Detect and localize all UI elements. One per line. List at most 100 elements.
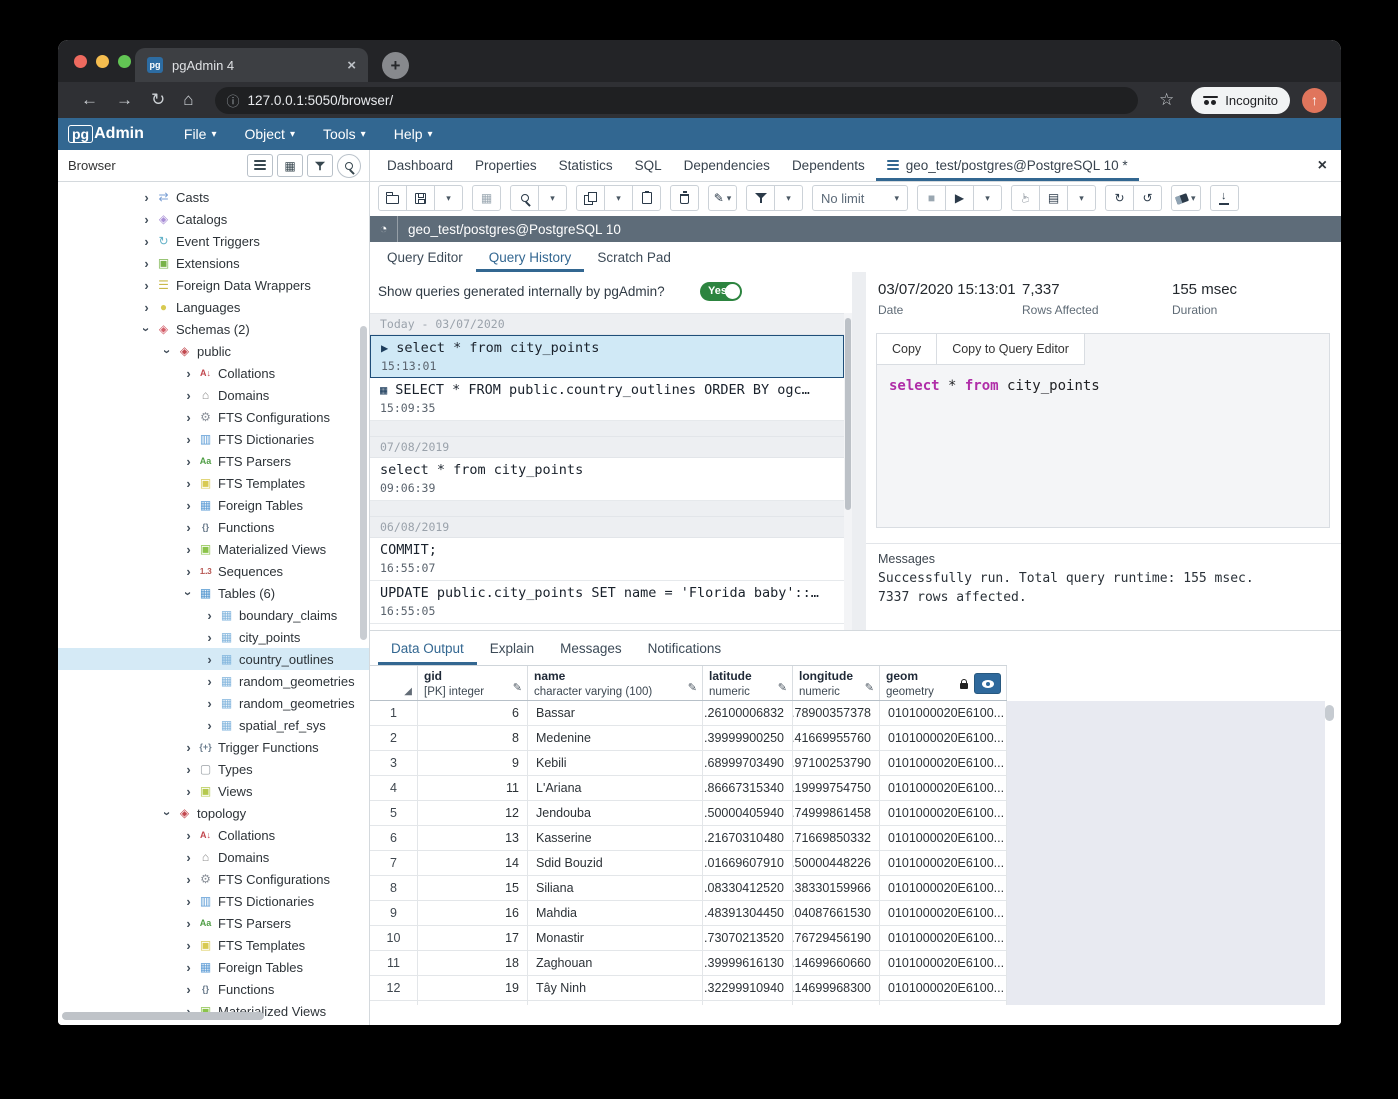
- tree-item-tables-6[interactable]: ›▦Tables (6): [58, 582, 369, 604]
- cell-name[interactable]: Zaghouan: [528, 951, 703, 975]
- cell-gid[interactable]: 13: [418, 826, 528, 850]
- eraser-button[interactable]: ▾: [1171, 185, 1201, 211]
- cell-latitude[interactable]: .26100006832: [703, 701, 793, 725]
- cell-name[interactable]: Kasserine: [528, 826, 703, 850]
- chevron-down-button[interactable]: ▾: [774, 185, 803, 211]
- open-file-button[interactable]: [378, 185, 407, 211]
- chevron-right-icon[interactable]: ›: [182, 982, 195, 997]
- cell-name[interactable]: L'Ariana: [528, 776, 703, 800]
- tab-dependencies[interactable]: Dependencies: [673, 150, 781, 181]
- cell-gid[interactable]: 6: [418, 701, 528, 725]
- chevron-right-icon[interactable]: ›: [182, 828, 195, 843]
- cell-geom[interactable]: 0101000020E6100...: [880, 876, 1007, 900]
- hand-pointer-button[interactable]: ☞: [1011, 185, 1040, 211]
- chevron-down-button[interactable]: ▾: [1067, 185, 1096, 211]
- cell-name[interactable]: Siliana: [528, 876, 703, 900]
- row-number[interactable]: 10: [370, 926, 418, 950]
- cell-latitude[interactable]: .32299910940: [703, 976, 793, 1000]
- close-window-button[interactable]: [74, 55, 87, 68]
- tree-item-casts[interactable]: ›⇄Casts: [58, 186, 369, 208]
- tree-item-types[interactable]: ›▢Types: [58, 758, 369, 780]
- copy-button[interactable]: [576, 185, 605, 211]
- tree-item-domains[interactable]: ›⌂Domains: [58, 846, 369, 868]
- chevron-right-icon[interactable]: ›: [182, 784, 195, 799]
- back-icon[interactable]: ←: [81, 90, 98, 110]
- cell-latitude[interactable]: .39999900250: [703, 726, 793, 750]
- commit-button[interactable]: ↻: [1105, 185, 1134, 211]
- new-tab-button[interactable]: +: [382, 52, 409, 79]
- tree-item-fts-dictionaries[interactable]: ›▥FTS Dictionaries: [58, 428, 369, 450]
- profile-avatar[interactable]: ↑: [1302, 88, 1327, 113]
- chevron-right-icon[interactable]: ›: [182, 542, 195, 557]
- tree-item-foreign-tables[interactable]: ›▦Foreign Tables: [58, 494, 369, 516]
- tab-query-editor[interactable]: Query Editor: [374, 242, 476, 272]
- column-header-name[interactable]: namecharacter varying (100)✎: [528, 666, 703, 700]
- chevron-right-icon[interactable]: ›: [140, 300, 153, 315]
- chevron-right-icon[interactable]: ›: [203, 630, 216, 645]
- select-all-corner[interactable]: ◢: [370, 666, 418, 700]
- cell-latitude[interactable]: .08330412520: [703, 876, 793, 900]
- history-entry[interactable]: ▦SELECT * FROM public.country_outlines O…: [370, 378, 844, 421]
- tree-item-country-outlines[interactable]: ›▦country_outlines: [58, 648, 369, 670]
- close-icon[interactable]: ×: [1318, 157, 1327, 175]
- tree-item-fts-configurations[interactable]: ›⚙FTS Configurations: [58, 406, 369, 428]
- chevron-right-icon[interactable]: ›: [203, 608, 216, 623]
- cell-geom[interactable]: 0101000020E6100...: [880, 851, 1007, 875]
- chevron-down-button[interactable]: ▾: [434, 185, 463, 211]
- cell-geom[interactable]: 0101000020E6100...: [880, 951, 1007, 975]
- cell-longitude[interactable]: 0.78900357378: [793, 701, 880, 725]
- cell-gid[interactable]: 8: [418, 726, 528, 750]
- cell-geom[interactable]: 0101000020E6100...: [880, 776, 1007, 800]
- cell-gid[interactable]: 19: [418, 976, 528, 1000]
- filter-button[interactable]: [746, 185, 775, 211]
- chevron-right-icon[interactable]: ›: [140, 212, 153, 227]
- cell-name[interactable]: Sdid Bouzid: [528, 851, 703, 875]
- cell-latitude[interactable]: .39999616130: [703, 951, 793, 975]
- cell-name[interactable]: Kebili: [528, 751, 703, 775]
- column-header-gid[interactable]: gid[PK] integer✎: [418, 666, 528, 700]
- tree-item-languages[interactable]: ›●Languages: [58, 296, 369, 318]
- tree-item-random-geometries[interactable]: ›▦random_geometries: [58, 670, 369, 692]
- cell-longitude[interactable]: 9.50000448226: [793, 851, 880, 875]
- chevron-right-icon[interactable]: ›: [140, 278, 153, 293]
- tree-item-fts-configurations[interactable]: ›⚙FTS Configurations: [58, 868, 369, 890]
- tree-item-fts-dictionaries[interactable]: ›▥FTS Dictionaries: [58, 890, 369, 912]
- filter-button[interactable]: [307, 154, 333, 177]
- tree-item-catalogs[interactable]: ›◈Catalogs: [58, 208, 369, 230]
- cell-gid[interactable]: 17: [418, 926, 528, 950]
- history-entry[interactable]: ▶select * from city_points15:13:01: [370, 335, 844, 378]
- tree-item-foreign-tables[interactable]: ›▦Foreign Tables: [58, 956, 369, 978]
- row-number[interactable]: 6: [370, 826, 418, 850]
- chevron-right-icon[interactable]: ›: [203, 696, 216, 711]
- cell-latitude[interactable]: .50000405940: [703, 801, 793, 825]
- eye-button[interactable]: [974, 673, 1001, 694]
- tab-close-icon[interactable]: ×: [347, 57, 356, 74]
- cell-name[interactable]: Tây Ninh: [528, 976, 703, 1000]
- tree-item-schemas-2[interactable]: ›◈Schemas (2): [58, 318, 369, 340]
- chevron-down-icon[interactable]: ›: [181, 587, 196, 600]
- chevron-right-icon[interactable]: ›: [140, 256, 153, 271]
- tree-item-foreign-data-wrappers[interactable]: ›☰Foreign Data Wrappers: [58, 274, 369, 296]
- cell-name[interactable]: Monastir: [528, 926, 703, 950]
- delete-button[interactable]: [670, 185, 699, 211]
- minimize-window-button[interactable]: [96, 55, 109, 68]
- row-number[interactable]: 7: [370, 851, 418, 875]
- tree-item-fts-parsers[interactable]: ›AaFTS Parsers: [58, 450, 369, 472]
- menu-object[interactable]: Object▾: [244, 126, 295, 142]
- output-vertical-scrollbar[interactable]: [1325, 703, 1335, 1003]
- menu-tools[interactable]: Tools▾: [323, 126, 366, 142]
- sidebar-vertical-scrollbar[interactable]: [360, 326, 367, 640]
- cell-longitude[interactable]: 1.04087661530: [793, 901, 880, 925]
- cell-longitude[interactable]: 8.97100253790: [793, 751, 880, 775]
- row-number[interactable]: 3: [370, 751, 418, 775]
- cell-name[interactable]: Bassar: [528, 701, 703, 725]
- chevron-down-icon[interactable]: ›: [139, 323, 154, 336]
- chevron-right-icon[interactable]: ›: [182, 498, 195, 513]
- home-icon[interactable]: ⌂: [183, 90, 193, 110]
- cell-latitude[interactable]: .21670310480: [703, 826, 793, 850]
- cell-gid[interactable]: 9: [418, 751, 528, 775]
- tree-item-fts-parsers[interactable]: ›AaFTS Parsers: [58, 912, 369, 934]
- history-entry[interactable]: select * from city_points09:06:39: [370, 458, 844, 501]
- tab-query-tool[interactable]: geo_test/postgres@PostgreSQL 10 *: [876, 150, 1139, 181]
- cell-latitude[interactable]: .73070213520: [703, 926, 793, 950]
